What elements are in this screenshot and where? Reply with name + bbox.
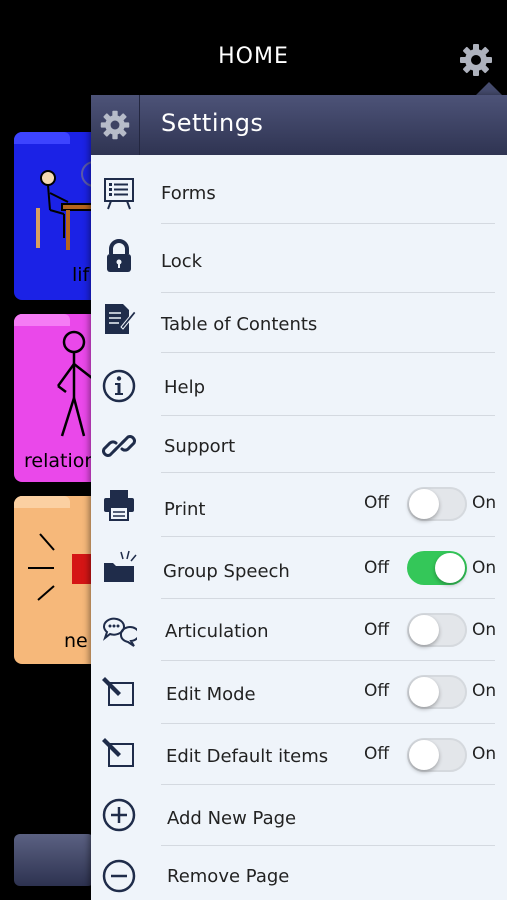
group-speech-folder-icon [104,550,137,582]
folder-label: lif [72,264,90,286]
group-speech-toggle[interactable] [407,551,467,585]
folder-label: relation [24,450,97,472]
menu-item-edit-mode[interactable]: Edit Mode Off On [91,661,507,724]
menu-item-add-new-page[interactable]: Add New Page [91,785,507,846]
toggle-knob [435,553,465,583]
plus-circle-icon [102,798,136,832]
menu-item-table-of-contents[interactable]: Table of Contents [91,293,507,353]
settings-title: Settings [161,109,264,137]
toggle-off-label: Off [364,744,390,764]
menu-item-print[interactable]: Print Off On [91,473,507,537]
document-edit-icon [105,304,137,334]
menu-item-articulation[interactable]: Articulation Off On [91,599,507,661]
menu-item-label: Add New Page [167,808,297,829]
toggle-knob [409,489,439,519]
menu-item-label: Support [164,436,236,457]
edit-mode-toggle[interactable] [407,675,467,709]
speech-bubbles-icon [102,617,137,647]
edit-icon [102,738,134,767]
toggle-off-label: Off [364,620,390,640]
menu-item-forms[interactable]: Forms [91,161,507,224]
toggle-on-label: On [472,620,497,640]
toggle-off-label: Off [364,681,390,701]
page-title: HOME [218,44,289,69]
menu-item-label: Articulation [165,621,269,642]
menu-item-label: Group Speech [163,561,290,582]
articulation-toggle[interactable] [407,613,467,647]
menu-item-label: Forms [161,183,216,204]
menu-item-label: Edit Default items [166,746,329,767]
menu-item-help[interactable]: Help [91,353,507,416]
menu-item-remove-page[interactable]: Remove Page [91,846,507,900]
lock-icon [107,239,131,272]
popover-caret [475,82,503,96]
menu-item-label: Edit Mode [166,684,256,705]
menu-item-label: Table of Contents [161,314,318,335]
forms-icon [104,178,134,210]
edit-icon [102,677,134,706]
printer-icon [104,490,134,521]
settings-gear-icon[interactable] [458,42,494,78]
menu-item-group-speech[interactable]: Group Speech Off On [91,537,507,599]
menu-item-label: Lock [161,251,203,272]
gear-icon [100,110,130,140]
menu-item-label: Remove Page [167,866,290,887]
link-icon [102,435,136,457]
toggle-knob [409,740,439,770]
toggle-knob [409,677,439,707]
toggle-off-label: Off [364,493,390,513]
toggle-on-label: On [472,493,497,513]
settings-panel: Settings Forms Lock Table of Contents He… [91,95,507,900]
folder-label: ne [64,630,88,652]
edit-default-items-toggle[interactable] [407,738,467,772]
settings-header: Settings [91,95,507,155]
menu-item-lock[interactable]: Lock [91,224,507,293]
toggle-on-label: On [472,558,497,578]
toggle-knob [409,615,439,645]
menu-item-label: Help [164,377,206,398]
toggle-on-label: On [472,744,497,764]
print-toggle[interactable] [407,487,467,521]
info-icon [102,369,136,403]
minus-circle-icon [102,859,136,893]
toggle-off-label: Off [364,558,390,578]
bottom-nav-button[interactable] [14,834,94,886]
menu-item-label: Print [164,499,206,520]
toggle-on-label: On [472,681,497,701]
menu-item-edit-default-items[interactable]: Edit Default items Off On [91,724,507,785]
menu-item-support[interactable]: Support [91,416,507,473]
